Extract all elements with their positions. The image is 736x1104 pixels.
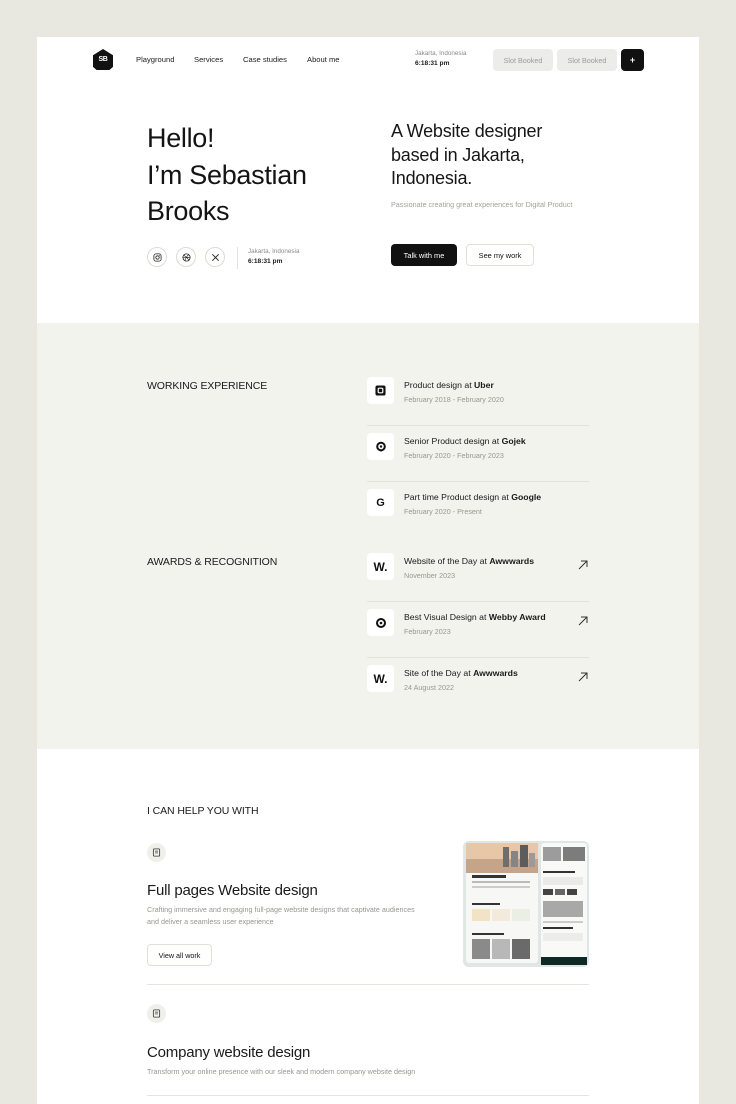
service-description: Crafting immersive and engaging full-pag… [147,905,415,926]
uber-icon [367,377,394,404]
logo[interactable]: SB [93,49,113,70]
slot-booked-button[interactable]: Slot Booked [557,49,617,71]
experience-section: WORKING EXPERIENCE Product design at Ube… [37,323,699,749]
dribbble-icon[interactable] [176,247,196,267]
headline-line: based in Jakarta, [391,144,525,165]
service-description: Transform your online presence with our … [147,1067,416,1076]
divider [237,247,238,269]
instagram-icon[interactable] [147,247,167,267]
award-title: Website of the Day at Awwwards [404,556,535,566]
experience-item: Senior Product design at Gojek February … [367,426,589,482]
hero-time: 6:18:31 pm [248,258,283,265]
website-preview-image [463,841,589,967]
x-icon[interactable] [205,247,225,267]
award-date: February 2023 [404,627,451,636]
slot-booked-button[interactable]: Slot Booked [493,49,553,71]
award-date: 24 August 2022 [404,683,454,692]
nav-link-about-me[interactable]: About me [307,55,340,64]
design-icon [147,1004,166,1023]
award-date: November 2023 [404,571,456,580]
headline-line: Indonesia. [391,168,473,188]
award-title: Best Visual Design at Webby Award [404,612,546,622]
top-nav: SB Playground Services Case studies Abou… [37,37,699,83]
working-experience-title: WORKING EXPERIENCE [147,380,268,392]
portfolio-page: SB Playground Services Case studies Abou… [37,37,699,1104]
nav-location: Jakarta, Indonesia [415,50,467,57]
see-my-work-button[interactable]: See my work [466,244,534,266]
google-icon: G [367,489,394,516]
nav-time: 6:18:31 pm [415,60,450,67]
services-title: I CAN HELP YOU WITH [147,805,259,817]
award-item[interactable]: Best Visual Design at Webby Award Februa… [367,602,589,658]
hero-location: Jakarta, Indonesia [248,248,300,255]
experience-title: Part time Product design at Google [404,492,542,502]
external-link-icon[interactable] [577,615,589,627]
service-title: Company website design [147,1044,311,1061]
service-divider [147,1095,589,1096]
award-title: Site of the Day at Awwwards [404,668,518,678]
view-all-work-button[interactable]: View all work [147,944,212,966]
talk-with-me-button[interactable]: Talk with me [391,244,457,266]
gojek-icon [367,433,394,460]
awards-title: AWARDS & RECOGNITION [147,556,278,568]
experience-title: Product design at Uber [404,380,494,390]
nav-link-case-studies[interactable]: Case studies [243,55,287,64]
experience-title: Senior Product design at Gojek [404,436,526,446]
experience-date: February 2020 - February 2023 [404,451,504,460]
hero-name-line: I’m Sebastian [147,159,307,190]
service-title: Full pages Website design [147,882,318,899]
hero-name: Hello! I’m Sebastian Brooks [147,120,347,230]
external-link-icon[interactable] [577,671,589,683]
experience-date: February 2018 - February 2020 [404,395,504,404]
experience-item: G Part time Product design at Google Feb… [367,482,589,538]
headline-line: A Website designer [391,121,543,141]
service-divider [147,984,589,985]
hero-name-line: Hello! [147,123,215,153]
award-item[interactable]: W. Site of the Day at Awwwards 24 August… [367,658,589,714]
plus-button[interactable]: + [621,49,644,71]
awwwards-icon: W. [367,665,394,692]
nav-link-services[interactable]: Services [194,55,223,64]
hero-name-line: Brooks [147,196,230,226]
award-item[interactable]: W. Website of the Day at Awwwards Novemb… [367,546,589,602]
external-link-icon[interactable] [577,559,589,571]
experience-date: February 2020 - Present [404,507,482,516]
awwwards-icon: W. [367,553,394,580]
webby-icon [367,609,394,636]
nav-link-playground[interactable]: Playground [136,55,174,64]
experience-item: Product design at Uber February 2018 - F… [367,370,589,426]
design-icon [147,843,166,862]
hero-headline: A Website designer based in Jakarta, Ind… [391,120,591,191]
hero-subline: Passionate creating great experiences fo… [391,200,573,209]
